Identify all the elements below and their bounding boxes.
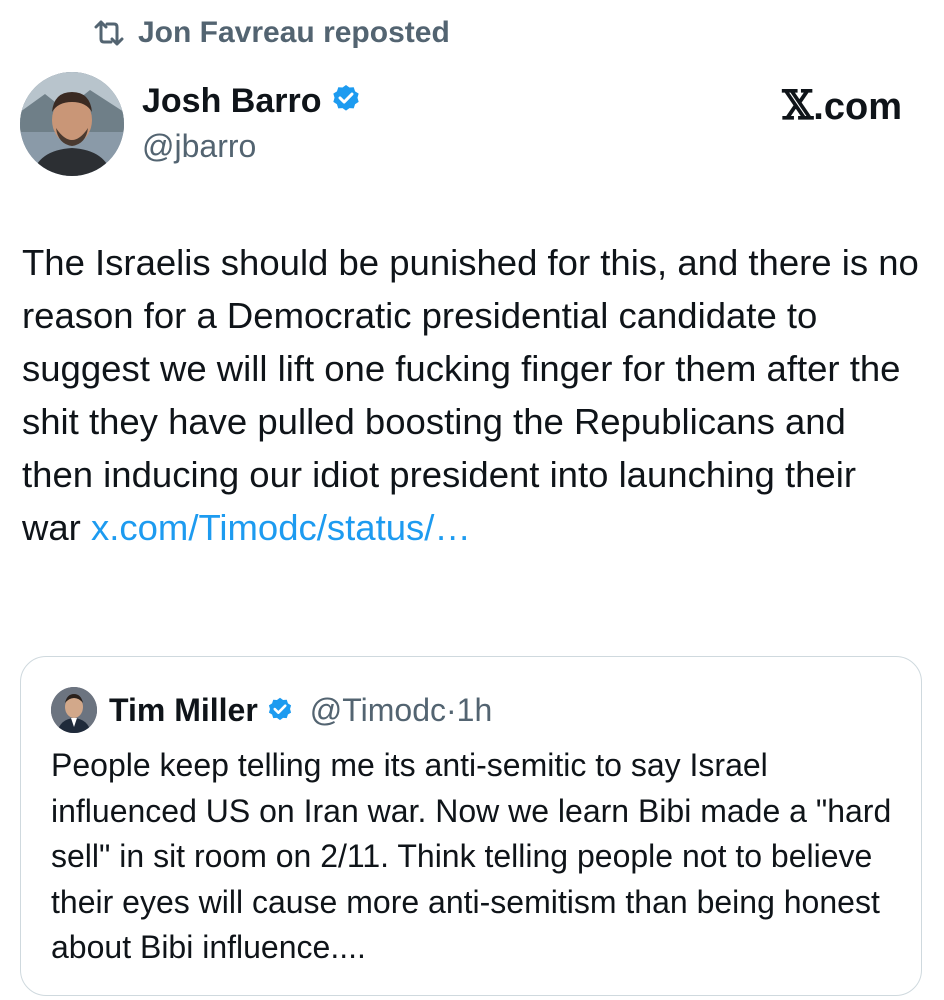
quoted-author-name[interactable]: Tim Miller [109, 692, 258, 729]
tweet-text: The Israelis should be punished for this… [22, 242, 919, 548]
tweet-link[interactable]: x.com/Timodc/status/… [91, 507, 471, 548]
x-logo-icon: 𝕏 .com [782, 82, 902, 129]
quoted-author-meta: @Timodc·1h [310, 692, 492, 729]
author-handle[interactable]: @jbarro [142, 128, 256, 165]
quoted-tweet-card[interactable]: Tim Miller @Timodc·1h People keep tellin… [20, 656, 922, 996]
quoted-author-handle[interactable]: @Timodc [310, 692, 446, 728]
repost-indicator[interactable]: Jon Favreau reposted [92, 16, 450, 50]
author-name-row[interactable]: Josh Barro [142, 82, 362, 121]
tweet-body: The Israelis should be punished for this… [22, 236, 922, 554]
x-logo-glyph: 𝕏 [782, 82, 814, 129]
author-avatar[interactable] [20, 72, 124, 176]
quoted-tweet-text: People keep telling me its anti-semitic … [51, 747, 892, 965]
quoted-author-avatar[interactable] [51, 687, 97, 733]
repost-label: Jon Favreau reposted [138, 16, 450, 49]
verified-badge-icon [330, 83, 362, 120]
quoted-tweet-time[interactable]: 1h [457, 692, 493, 728]
meta-separator: · [445, 691, 457, 728]
verified-badge-icon [266, 696, 294, 724]
brand-suffix: .com [813, 86, 902, 128]
author-name[interactable]: Josh Barro [142, 82, 322, 121]
repost-icon [92, 20, 126, 46]
quoted-tweet-header: Tim Miller @Timodc·1h [51, 687, 492, 733]
